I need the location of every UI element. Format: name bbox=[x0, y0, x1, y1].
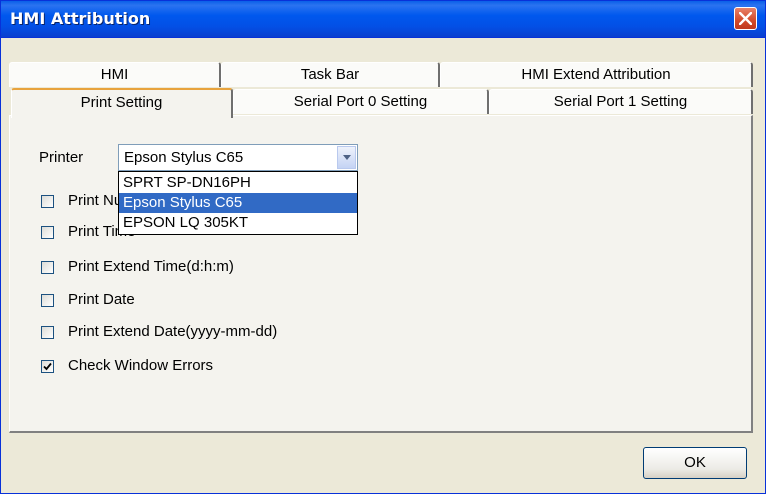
checkbox-box[interactable] bbox=[41, 294, 54, 307]
tab-hmi[interactable]: HMI bbox=[9, 62, 221, 87]
tab-label: Print Setting bbox=[80, 94, 163, 111]
checkbox-box[interactable] bbox=[41, 226, 54, 239]
checkbox-box[interactable] bbox=[41, 326, 54, 339]
printer-label: Printer bbox=[39, 149, 84, 166]
checkbox-label: Print Extend Date(yyyy-mm-dd) bbox=[68, 323, 278, 340]
tab-print-setting[interactable]: Print Setting bbox=[11, 88, 233, 118]
checkbox-box[interactable] bbox=[41, 195, 54, 208]
printer-dropdown-list: SPRT SP-DN16PH Epson Stylus C65 EPSON LQ… bbox=[118, 171, 358, 235]
tab-label: Serial Port 1 Setting bbox=[553, 93, 688, 110]
tab-label: Serial Port 0 Setting bbox=[293, 93, 428, 110]
dropdown-button[interactable] bbox=[337, 146, 356, 169]
dropdown-option-selected[interactable]: Epson Stylus C65 bbox=[119, 193, 357, 213]
tab-serial-port-1-setting[interactable]: Serial Port 1 Setting bbox=[489, 89, 753, 114]
tab-hmi-extend-attribution[interactable]: HMI Extend Attribution bbox=[440, 62, 753, 87]
checkmark-icon bbox=[43, 362, 52, 371]
checkbox-label: Check Window Errors bbox=[68, 357, 214, 374]
printer-select-value: Epson Stylus C65 bbox=[124, 149, 244, 166]
tab-serial-port-0-setting[interactable]: Serial Port 0 Setting bbox=[233, 89, 489, 114]
checkbox-label: Print Date bbox=[68, 291, 135, 308]
dialog-window: HMI Attribution HMI Task Bar HMI Extend … bbox=[0, 0, 766, 494]
window-title: HMI Attribution bbox=[10, 9, 151, 28]
checkbox-box[interactable] bbox=[41, 261, 54, 274]
printer-select[interactable]: Epson Stylus C65 bbox=[118, 144, 358, 171]
checkbox-label: Print Extend Time(d:h:m) bbox=[68, 258, 234, 275]
dropdown-option[interactable]: SPRT SP-DN16PH bbox=[119, 173, 357, 193]
tab-label: HMI Extend Attribution bbox=[521, 66, 671, 83]
title-bar[interactable]: HMI Attribution bbox=[1, 1, 765, 38]
tab-label: HMI bbox=[100, 66, 129, 83]
ok-button[interactable]: OK bbox=[643, 447, 747, 479]
close-button[interactable] bbox=[734, 7, 757, 30]
close-icon bbox=[739, 12, 752, 25]
dropdown-option[interactable]: EPSON LQ 305KT bbox=[119, 213, 357, 233]
tab-task-bar[interactable]: Task Bar bbox=[221, 62, 440, 87]
checkbox-box[interactable] bbox=[41, 360, 54, 373]
chevron-down-icon bbox=[343, 155, 351, 160]
tab-label: Task Bar bbox=[300, 66, 360, 83]
